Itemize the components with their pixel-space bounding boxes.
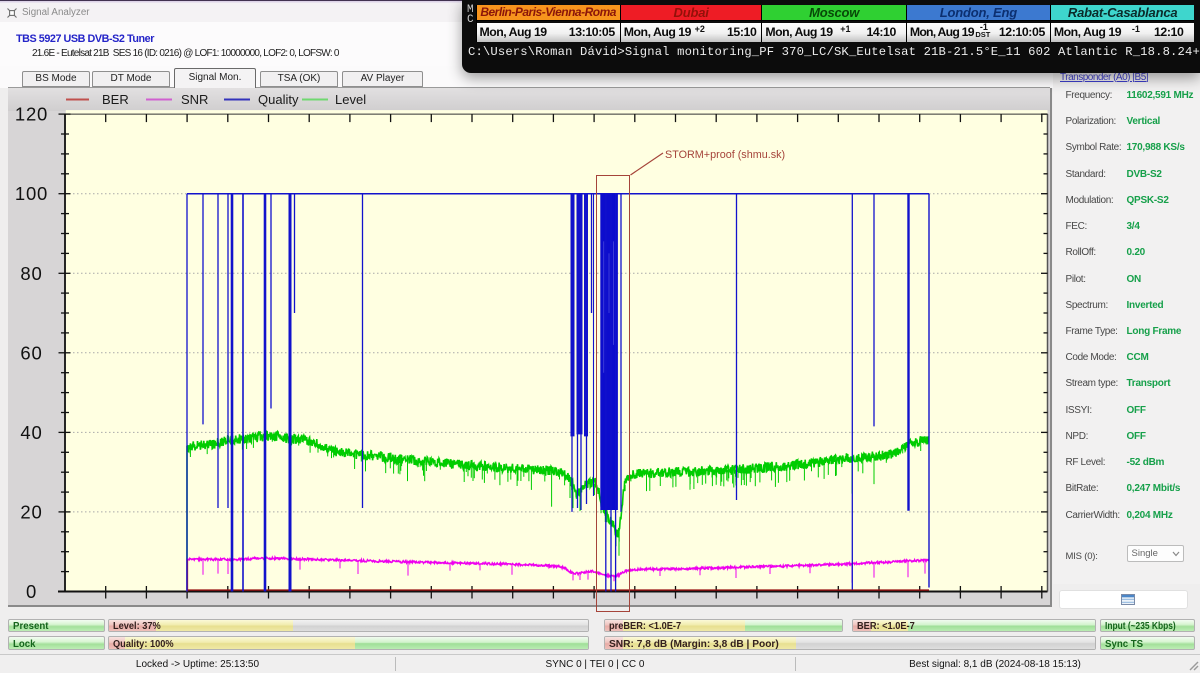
svg-text:STORM+proof (shmu.sk): STORM+proof (shmu.sk) [665,149,785,161]
svg-text:20: 20 [20,501,42,522]
svg-text:80: 80 [20,263,42,284]
svg-text:120: 120 [15,104,48,125]
svg-text:60: 60 [20,342,42,363]
svg-text:0: 0 [26,581,37,602]
svg-text:Quality: Quality [258,92,299,107]
svg-text:Level: Level [335,92,366,107]
svg-text:BER: BER [102,92,129,107]
svg-text:SNR: SNR [181,92,208,107]
svg-text:100: 100 [15,183,48,204]
svg-text:40: 40 [20,422,42,443]
